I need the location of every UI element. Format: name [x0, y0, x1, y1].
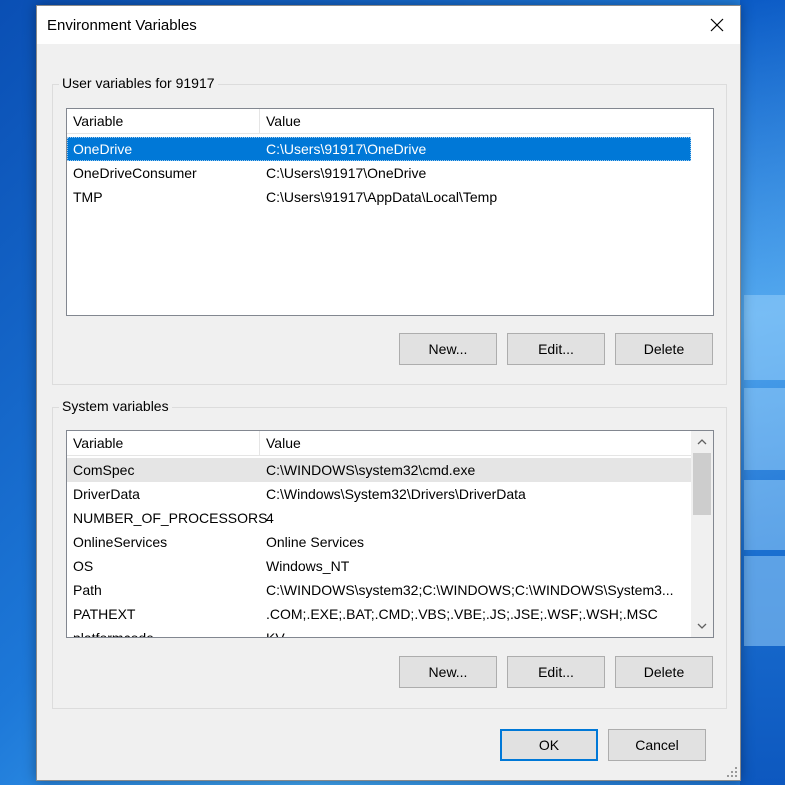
system-edit-button[interactable]: Edit... [507, 656, 605, 688]
vertical-scrollbar[interactable] [691, 431, 713, 637]
user-new-button[interactable]: New... [399, 333, 497, 365]
chevron-up-icon [697, 439, 707, 445]
system-variables-list[interactable]: Variable Value ComSpec C:\WINDOWS\system… [66, 430, 714, 638]
variable-value: C:\Users\91917\OneDrive [266, 141, 427, 157]
user-variables-group: User variables for 91917 Variable Value … [52, 75, 727, 385]
column-header-value[interactable]: Value [260, 431, 691, 455]
variable-name: OnlineServices [73, 534, 168, 550]
variable-name: Path [73, 582, 102, 598]
chevron-down-icon [697, 623, 707, 629]
desktop-window-logo-pane [744, 388, 785, 470]
table-row[interactable]: Path C:\WINDOWS\system32;C:\WINDOWS;C:\W… [67, 578, 691, 602]
table-row[interactable]: platformcode KV [67, 626, 691, 638]
table-row[interactable]: DriverData C:\Windows\System32\Drivers\D… [67, 482, 691, 506]
window-title: Environment Variables [47, 17, 197, 34]
system-new-button[interactable]: New... [399, 656, 497, 688]
scroll-thumb[interactable] [693, 453, 711, 515]
variable-value: C:\WINDOWS\system32\cmd.exe [266, 462, 476, 478]
user-variables-label: User variables for 91917 [59, 75, 218, 91]
variable-value: .COM;.EXE;.BAT;.CMD;.VBS;.VBE;.JS;.JSE;.… [266, 606, 658, 622]
system-variables-label: System variables [59, 398, 172, 414]
user-variables-list[interactable]: Variable Value OneDrive C:\Users\91917\O… [66, 108, 714, 316]
list-header: Variable Value [67, 431, 691, 456]
user-delete-button[interactable]: Delete [615, 333, 713, 365]
variable-name: ComSpec [73, 462, 135, 478]
variable-name: NUMBER_OF_PROCESSORS [73, 510, 268, 526]
table-row[interactable]: OneDrive C:\Users\91917\OneDrive [67, 137, 691, 161]
environment-variables-dialog: Environment Variables User variables for… [36, 5, 741, 781]
variable-value: Windows_NT [266, 558, 350, 574]
table-row[interactable]: PATHEXT .COM;.EXE;.BAT;.CMD;.VBS;.VBE;.J… [67, 602, 691, 626]
desktop-window-logo-pane [744, 295, 785, 380]
variable-name: OS [73, 558, 94, 574]
desktop-window-logo-pane [744, 480, 785, 550]
variable-value: KV [266, 630, 285, 638]
column-header-variable[interactable]: Variable [67, 109, 260, 133]
user-edit-button[interactable]: Edit... [507, 333, 605, 365]
column-header-value[interactable]: Value [260, 109, 691, 133]
variable-value: C:\Windows\System32\Drivers\DriverData [266, 486, 526, 502]
close-icon [710, 18, 724, 32]
table-row[interactable]: NUMBER_OF_PROCESSORS 4 [67, 506, 691, 530]
table-row[interactable]: OneDriveConsumer C:\Users\91917\OneDrive [67, 161, 691, 185]
variable-name: DriverData [73, 486, 140, 502]
variable-value: C:\WINDOWS\system32;C:\WINDOWS;C:\WINDOW… [266, 582, 674, 598]
variable-name: PATHEXT [73, 606, 136, 622]
table-row[interactable]: OS Windows_NT [67, 554, 691, 578]
list-header: Variable Value [67, 109, 691, 134]
system-variables-group: System variables Variable Value ComSpec … [52, 398, 727, 709]
scroll-down-button[interactable] [691, 615, 713, 637]
variable-name: TMP [73, 189, 103, 205]
variable-value: C:\Users\91917\AppData\Local\Temp [266, 189, 498, 205]
column-header-variable[interactable]: Variable [67, 431, 260, 455]
close-button[interactable] [694, 6, 740, 44]
table-row[interactable]: OnlineServices Online Services [67, 530, 691, 554]
ok-button[interactable]: OK [500, 729, 598, 761]
desktop-window-logo-pane [744, 556, 785, 646]
variable-value: 4 [266, 510, 274, 526]
table-row[interactable]: TMP C:\Users\91917\AppData\Local\Temp [67, 185, 691, 209]
cancel-button[interactable]: Cancel [608, 729, 706, 761]
variable-name: platformcode [73, 630, 154, 638]
title-bar: Environment Variables [37, 6, 740, 44]
variable-value: C:\Users\91917\OneDrive [266, 165, 427, 181]
variable-name: OneDriveConsumer [73, 165, 197, 181]
table-row[interactable]: ComSpec C:\WINDOWS\system32\cmd.exe [67, 458, 691, 482]
variable-value: Online Services [266, 534, 365, 550]
system-delete-button[interactable]: Delete [615, 656, 713, 688]
variable-name: OneDrive [73, 141, 133, 157]
scroll-up-button[interactable] [691, 431, 713, 453]
resize-grip-icon[interactable] [726, 766, 738, 778]
